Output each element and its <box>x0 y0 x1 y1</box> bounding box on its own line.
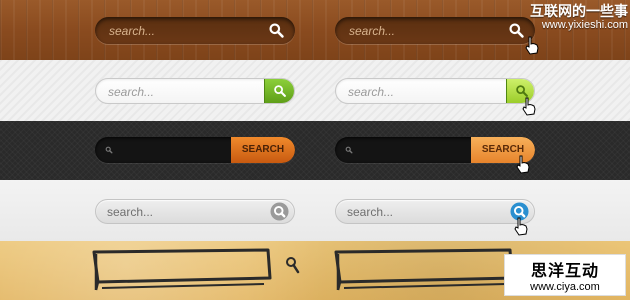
hand-cursor-icon <box>514 217 528 236</box>
dark-search-field-hover[interactable]: SEARCH <box>335 137 535 163</box>
magnifier-icon[interactable] <box>268 22 285 39</box>
light-search-placeholder-hover: search... <box>348 85 395 99</box>
sketch-search-box[interactable] <box>88 244 278 294</box>
magnifier-icon <box>345 146 353 154</box>
wood-search-placeholder-hover: search... <box>349 24 396 38</box>
orange-search-button[interactable]: SEARCH <box>231 137 295 163</box>
hand-cursor-icon <box>522 97 536 116</box>
magnifier-icon[interactable] <box>270 202 289 221</box>
wood-search-placeholder: search... <box>109 24 156 38</box>
dark-search-field[interactable]: SEARCH <box>95 137 295 163</box>
hand-cursor-icon <box>525 36 539 55</box>
site-logo: 思洋互动 www.ciya.com <box>504 254 626 296</box>
gray-search-field-hover[interactable]: search... <box>335 199 535 224</box>
magnifier-icon <box>105 146 113 154</box>
gray-search-field[interactable]: search... <box>95 199 295 224</box>
green-search-button[interactable] <box>264 79 294 103</box>
watermark-url: www.yixieshi.com <box>541 19 628 32</box>
magnifier-icon <box>516 85 528 97</box>
magnifier-icon <box>274 85 286 97</box>
magnifier-icon[interactable] <box>508 22 525 39</box>
hand-cursor-icon <box>516 155 530 174</box>
light-search-field-hover[interactable]: search... <box>335 78 535 104</box>
wood-search-field-hover[interactable]: search... <box>335 17 535 44</box>
light-search-field[interactable]: search... <box>95 78 295 104</box>
gray-search-placeholder-hover: search... <box>347 205 394 219</box>
magnifier-icon[interactable] <box>282 255 300 275</box>
watermark-title: 互联网的一些事 <box>530 3 628 19</box>
watermark: 互联网的一些事 www.yixieshi.com <box>530 3 628 32</box>
logo-title: 思洋互动 <box>530 263 599 280</box>
wood-search-field[interactable]: search... <box>95 17 295 44</box>
gray-search-placeholder: search... <box>107 205 154 219</box>
logo-url: www.ciya.com <box>530 281 600 293</box>
sketch-search-box-hover[interactable] <box>330 244 520 294</box>
light-search-placeholder: search... <box>108 85 155 99</box>
